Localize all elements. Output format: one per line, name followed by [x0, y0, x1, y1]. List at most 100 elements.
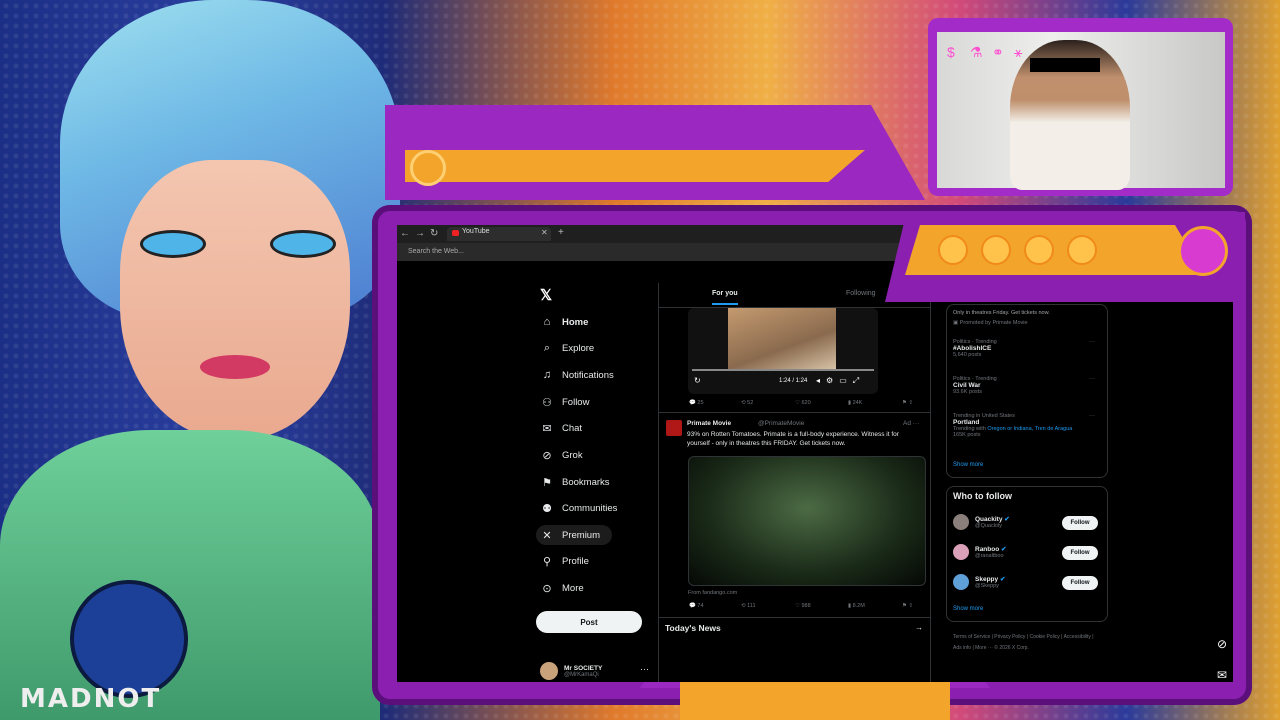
view-count[interactable]: ▮ 24K [848, 400, 862, 406]
sidebar-item-follow[interactable]: ⚇ Follow [540, 392, 589, 412]
follow-button[interactable]: Follow [1062, 546, 1098, 560]
character-lips [200, 355, 270, 379]
people-icon: ⚉ [542, 502, 552, 515]
sidebar-item-chat[interactable]: ✉ Chat [540, 418, 582, 438]
ad-author-name[interactable]: Primate Movie [687, 420, 731, 427]
trend-count: 165K posts [953, 432, 981, 438]
sidebar-item-explore[interactable]: ⌕ Explore [540, 338, 594, 358]
video-controls-icons[interactable]: ◂⚙▭⤢ [816, 376, 865, 386]
sidebar-item-premium[interactable]: ✕ Premium [540, 525, 600, 545]
reply-count[interactable]: 💬 74 [689, 603, 704, 609]
dollar-icon: $ [947, 44, 955, 60]
sidebar-item-bookmarks[interactable]: ⚑ Bookmarks [540, 472, 609, 492]
character-face [120, 160, 350, 440]
more-icon[interactable]: ··· [1089, 339, 1095, 345]
x-logo-icon[interactable]: 𝕏 [540, 286, 552, 304]
messages-float-icon[interactable]: ✉ [1211, 664, 1233, 686]
post-button[interactable]: Post [536, 611, 642, 633]
promo-by-text: Promoted by Primate Movie [959, 320, 1028, 326]
video-frame [728, 308, 836, 370]
forward-icon[interactable]: → [415, 228, 425, 239]
follow-suggestion[interactable]: Quackity ✔ @Quackity [953, 514, 1010, 530]
trend-item[interactable]: Trending in United States Portland Trend… [953, 413, 1098, 438]
sidebar-item-label: Premium [562, 529, 601, 541]
todays-news-title[interactable]: Today's News [665, 623, 721, 633]
ad-image[interactable] [688, 456, 926, 586]
link-icon: ⚭ [992, 44, 1004, 60]
sidebar-item-more[interactable]: ⊙ More [540, 578, 584, 598]
like-count[interactable]: ♡ 988 [795, 603, 811, 609]
sidebar-item-communities[interactable]: ⚉ Communities [540, 498, 617, 518]
sidebar-item-label: Explore [562, 342, 595, 354]
follow-button[interactable]: Follow [1062, 576, 1098, 590]
character-body [0, 430, 380, 720]
bookmark-share-icons[interactable]: ⚑ ⇪ [902, 400, 913, 406]
sidebar-item-home[interactable]: ⌂ Home [540, 312, 589, 332]
trend-count: 93.6K posts [953, 389, 983, 395]
more-icon[interactable]: ··· [1089, 376, 1095, 382]
new-tab-icon[interactable]: + [558, 227, 564, 238]
tab-following[interactable]: Following [846, 290, 876, 297]
sidebar-item-label: Home [562, 316, 589, 328]
close-tab-icon[interactable]: ✕ [541, 228, 548, 237]
more-icon[interactable]: ··· [1089, 413, 1095, 419]
follow-suggestion[interactable]: Ranboo ✔ @ranaltboo [953, 544, 1006, 560]
follow-button[interactable]: Follow [1062, 516, 1098, 530]
trend-title: #AbolishICE [953, 345, 992, 352]
character-eye-right [270, 230, 336, 258]
sidebar-item-grok[interactable]: ⊘ Grok [540, 445, 582, 465]
frame-dot [938, 235, 968, 265]
trend-item[interactable]: Politics · Trending #AbolishICE 5,640 po… [953, 339, 1098, 358]
repost-count[interactable]: ⟲ 52 [741, 400, 753, 406]
tab-for-you[interactable]: For you [712, 290, 738, 297]
back-icon[interactable]: ← [400, 228, 410, 239]
footer-links[interactable]: Terms of Service | Privacy Policy | Cook… [953, 632, 1103, 654]
reply-count-value: 74 [697, 603, 704, 609]
suggestion-name-text: Quackity [975, 516, 1003, 523]
flask-icon: ⚗ [970, 44, 983, 60]
suggestion-name-text: Ranboo [975, 546, 1000, 553]
reload-icon[interactable]: ↻ [430, 228, 438, 239]
account-more-icon[interactable]: ··· [640, 664, 649, 674]
grok-float-icon[interactable]: ⊘ [1211, 633, 1233, 655]
replay-icon[interactable]: ↻ [694, 376, 701, 385]
sidebar-item-label: Communities [562, 502, 618, 514]
trend-item[interactable]: Politics · Trending Civil War 93.6K post… [953, 376, 1098, 395]
sidebar-item-label: More [562, 582, 584, 594]
pixel-sunglasses [1030, 58, 1100, 72]
sidebar-item-label: Follow [562, 396, 590, 408]
account-switcher[interactable]: Mr SOCIETY @MrKamaQi [540, 662, 602, 680]
promo-by: ▣ Promoted by Primate Movie [953, 320, 1028, 326]
like-count[interactable]: ♡ 620 [795, 400, 811, 406]
promo-text: Only in theatres Friday. Get tickets now… [953, 310, 1050, 316]
suggestion-handle: @Skeppy [975, 583, 999, 589]
ad-text: 93% on Rotten Tomatoes. Primate is a ful… [687, 431, 899, 447]
trend-title: Portland [953, 419, 980, 426]
feed-divider-left [658, 283, 659, 682]
view-count[interactable]: ▮ 8.2M [848, 603, 865, 609]
suggestion-handle: @Quackity [975, 523, 1002, 529]
sidebar-item-notifications[interactable]: ♫ Notifications [540, 365, 614, 385]
ad-source[interactable]: From fandango.com [688, 590, 737, 596]
repost-count[interactable]: ⟲ 111 [741, 603, 756, 609]
suggestion-handle: @ranaltboo [975, 553, 1004, 559]
video-progress-bar[interactable] [692, 369, 874, 371]
ad-label: Ad ··· [903, 420, 920, 427]
avatar[interactable] [666, 420, 682, 436]
show-more-link[interactable]: Show more [953, 606, 983, 612]
address-bar-placeholder: Search the Web... [408, 248, 464, 255]
reply-count[interactable]: 💬 25 [689, 400, 704, 406]
sidebar-item-profile[interactable]: ⚲ Profile [540, 551, 589, 571]
post-separator [659, 617, 930, 618]
share-icon: ⚹ [1014, 44, 1023, 60]
home-icon: ⌂ [543, 316, 551, 328]
ad-label-text: Ad [903, 420, 911, 427]
repost-count-value: 111 [747, 603, 756, 609]
arrow-right-icon[interactable]: → [915, 623, 923, 632]
suggestion-name: Quackity ✔ [975, 515, 1010, 523]
bell-icon: ♫ [542, 369, 552, 381]
show-more-link[interactable]: Show more [953, 462, 983, 468]
trend-related-link[interactable]: Oregon or Indiana, Tren de Aragua [987, 426, 1072, 432]
follow-suggestion[interactable]: Skeppy ✔ @Skeppy [953, 574, 1005, 590]
bookmark-share-icons[interactable]: ⚑ ⇪ [902, 603, 913, 609]
